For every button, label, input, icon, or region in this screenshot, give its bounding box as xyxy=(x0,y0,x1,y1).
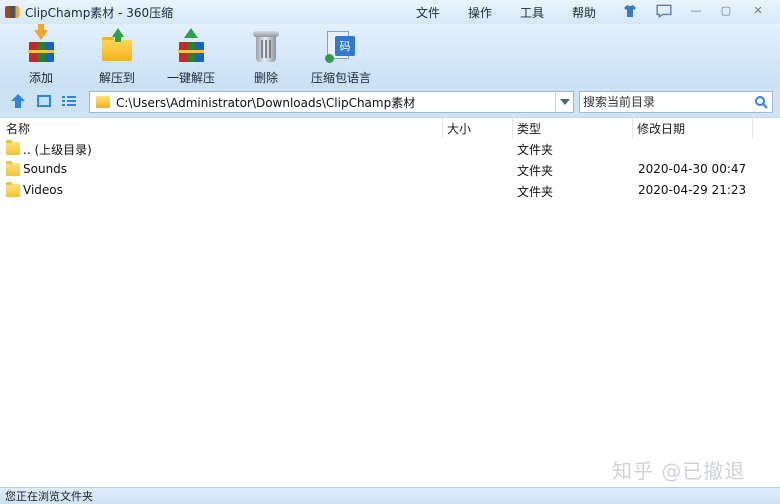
menu-tools[interactable]: 工具 xyxy=(520,0,544,24)
column-divider[interactable] xyxy=(632,118,633,138)
item-type: 文件夹 xyxy=(517,185,554,199)
item-modified: 2020-04-30 00:47 xyxy=(638,162,747,176)
item-type: 文件夹 xyxy=(517,164,554,178)
list-item-sounds[interactable]: Sounds 文件夹 2020-04-30 00:47 xyxy=(0,159,780,180)
folder-icon xyxy=(6,161,20,176)
search-input[interactable] xyxy=(583,93,753,111)
one-click-extract-button[interactable]: 一键解压 xyxy=(156,28,226,86)
list-item-videos[interactable]: Videos 文件夹 2020-04-29 21:23 xyxy=(0,180,780,201)
status-bar: 您正在浏览文件夹 xyxy=(0,487,780,504)
chevron-down-icon xyxy=(559,99,570,105)
close-icon: ✕ xyxy=(753,3,763,17)
menu-help[interactable]: 帮助 xyxy=(572,0,596,24)
delete-label: 删除 xyxy=(253,71,278,85)
maximize-icon: ▢ xyxy=(720,3,732,17)
address-path: C:\Users\Administrator\Downloads\ClipCha… xyxy=(116,95,416,110)
item-name: Sounds xyxy=(23,162,68,176)
address-dropdown-button[interactable] xyxy=(555,92,573,112)
folder-icon xyxy=(6,182,20,197)
column-header-modified[interactable]: 修改日期 xyxy=(637,118,685,138)
toolbar: 添加 解压到 一键解压 删除 码 压缩包语言 xyxy=(0,24,780,88)
watermark: 知乎 @已撤退 xyxy=(612,459,746,483)
menu-operations[interactable]: 操作 xyxy=(468,0,492,24)
minimize-icon: — xyxy=(690,3,702,17)
language-badge: 码 xyxy=(335,36,355,56)
window-title: ClipChamp素材 - 360压缩 xyxy=(25,5,174,20)
extract-to-icon xyxy=(99,28,135,64)
maximize-button[interactable]: ▢ xyxy=(718,3,734,17)
extract-to-label: 解压到 xyxy=(98,71,135,85)
column-divider[interactable] xyxy=(442,118,443,138)
column-header-type[interactable]: 类型 xyxy=(517,118,541,138)
thumbnail-view-icon[interactable] xyxy=(35,92,53,110)
add-label: 添加 xyxy=(28,71,53,85)
add-archive-icon xyxy=(23,24,59,64)
folder-icon xyxy=(6,140,20,155)
item-modified: 2020-04-29 21:23 xyxy=(638,183,747,197)
item-name: .. (上级目录) xyxy=(23,143,92,157)
one-click-extract-icon xyxy=(173,28,209,64)
column-divider[interactable] xyxy=(512,118,513,138)
one-click-extract-label: 一键解压 xyxy=(166,71,215,85)
item-type: 文件夹 xyxy=(517,143,554,157)
add-button[interactable]: 添加 xyxy=(6,24,76,86)
delete-button[interactable]: 删除 xyxy=(231,28,301,86)
list-view-icon[interactable] xyxy=(60,92,78,110)
menu-file[interactable]: 文件 xyxy=(416,0,440,24)
search-box[interactable] xyxy=(579,91,773,113)
up-arrow-icon[interactable] xyxy=(9,92,27,110)
column-header-name[interactable]: 名称 xyxy=(6,118,30,138)
minimize-button[interactable]: — xyxy=(688,3,704,17)
list-item-parent[interactable]: .. (上级目录) 文件夹 xyxy=(0,138,780,159)
file-list[interactable]: 名称 大小 类型 修改日期 .. (上级目录) 文件夹 Sounds 文件夹 2… xyxy=(0,117,780,487)
archive-language-label: 压缩包语言 xyxy=(310,71,371,85)
item-name: Videos xyxy=(23,183,63,197)
column-divider[interactable] xyxy=(752,118,753,138)
app-icon xyxy=(4,4,20,20)
extract-to-button[interactable]: 解压到 xyxy=(82,28,152,86)
message-icon[interactable] xyxy=(656,4,672,18)
search-icon[interactable] xyxy=(754,95,768,109)
archive-language-button[interactable]: 码 压缩包语言 xyxy=(306,28,376,86)
trash-icon xyxy=(248,28,284,64)
folder-icon xyxy=(96,96,110,108)
address-bar[interactable]: C:\Users\Administrator\Downloads\ClipCha… xyxy=(89,91,574,113)
close-button[interactable]: ✕ xyxy=(750,3,766,17)
archive-language-icon: 码 xyxy=(323,28,359,64)
column-header-size[interactable]: 大小 xyxy=(447,118,471,138)
shirt-icon[interactable] xyxy=(623,4,637,18)
